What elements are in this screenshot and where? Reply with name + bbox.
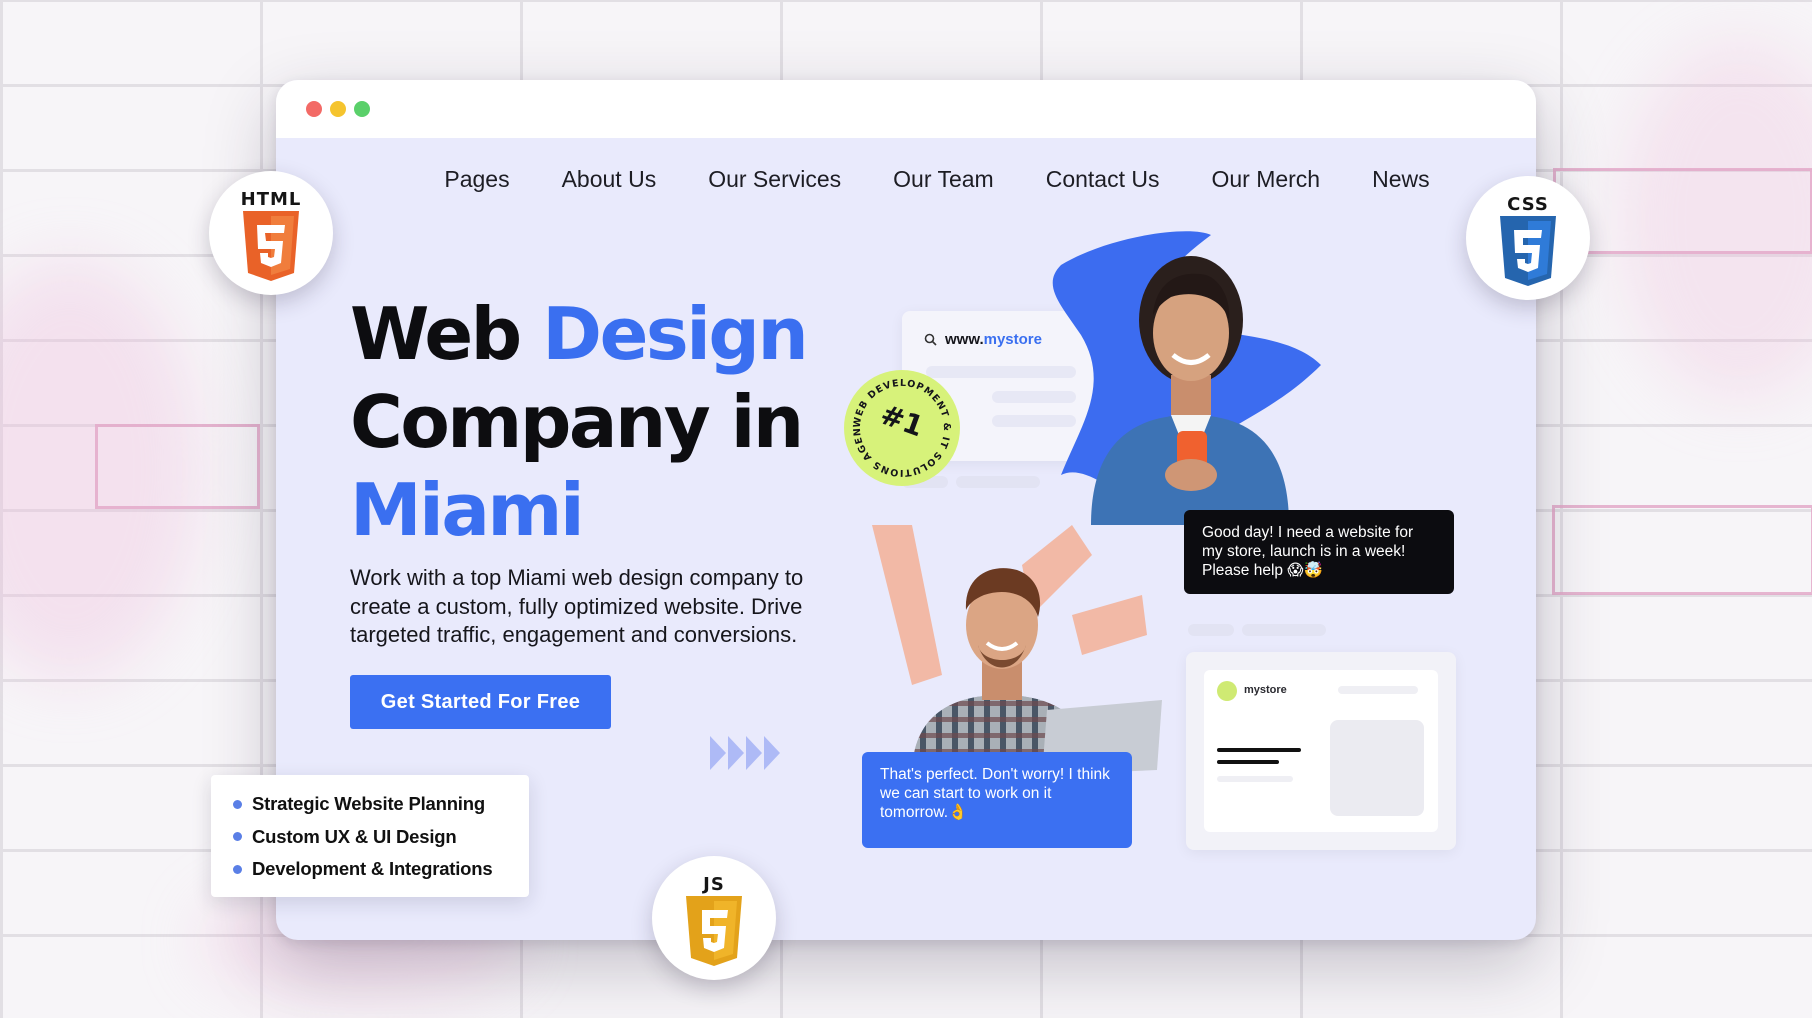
features-list: Strategic Website Planning Custom UX & U… (211, 775, 529, 897)
skeleton-line (1217, 748, 1301, 752)
store-image-placeholder (1330, 720, 1424, 816)
hero-title: Web Design Company in Miami (350, 290, 809, 554)
hero-description: Work with a top Miami web design company… (350, 565, 804, 647)
store-name: mystore (1244, 684, 1287, 696)
browser-titlebar (276, 80, 1536, 138)
woman-with-phone-illustration (1052, 231, 1321, 525)
list-item: Custom UX & UI Design (233, 821, 529, 854)
search-icon (924, 333, 937, 346)
get-started-button[interactable]: Get Started For Free (350, 675, 611, 729)
list-item: Development & Integrations (233, 853, 529, 886)
background-pink-frame (95, 424, 260, 509)
js-label: JS (703, 874, 725, 895)
skeleton-line (1188, 624, 1234, 636)
background-pink-frame (1553, 168, 1812, 254)
nav-item-our-team[interactable]: Our Team (893, 166, 994, 193)
html5-shield-icon (243, 211, 299, 281)
background-pink-frame (1552, 505, 1812, 595)
close-window-dot[interactable] (306, 101, 322, 117)
html5-badge: HTML (209, 171, 333, 295)
js-shield-icon (686, 896, 742, 966)
store-logo-dot (1217, 681, 1237, 701)
nav-item-our-merch[interactable]: Our Merch (1211, 166, 1320, 193)
skeleton-line (1217, 776, 1293, 782)
store-mock-card: mystore (1186, 652, 1456, 850)
maximize-window-dot[interactable] (354, 101, 370, 117)
arrows-decoration-icon (710, 736, 780, 770)
man-with-laptop-illustration (872, 525, 1162, 775)
bullet-icon (233, 799, 242, 809)
minimize-window-dot[interactable] (330, 101, 346, 117)
skeleton-line (1242, 624, 1326, 636)
hero-title-miami: Miami (350, 468, 585, 552)
nav-item-our-services[interactable]: Our Services (708, 166, 841, 193)
skeleton-line (1217, 760, 1279, 764)
skeleton-line (1338, 686, 1418, 694)
css3-badge: CSS (1466, 176, 1590, 300)
list-item: Strategic Website Planning (233, 788, 529, 821)
nav-item-pages[interactable]: Pages (444, 166, 509, 193)
nav-item-contact-us[interactable]: Contact Us (1046, 166, 1160, 193)
css3-label: CSS (1507, 194, 1549, 215)
store-mock-inner: mystore (1204, 670, 1438, 832)
js-badge: JS (652, 856, 776, 980)
nav-item-about-us[interactable]: About Us (562, 166, 657, 193)
hero-title-web: Web (350, 292, 543, 376)
agent-chat-bubble: That's perfect. Don't worry! I think we … (862, 752, 1132, 848)
nav-item-news[interactable]: News (1372, 166, 1430, 193)
html5-label: HTML (240, 189, 302, 210)
hero-title-design: Design (542, 292, 808, 376)
customer-chat-bubble: Good day! I need a website for my store,… (1184, 510, 1454, 594)
css3-shield-icon (1500, 216, 1556, 286)
bullet-icon (233, 832, 242, 842)
bullet-icon (233, 864, 242, 874)
main-nav: Pages About Us Our Services Our Team Con… (276, 166, 1536, 193)
number-one-badge: WEB DEVELOPMENT & IT SOLUTIONS AGENCY #1 (844, 370, 960, 486)
hero-title-company-in: Company in (350, 380, 804, 464)
